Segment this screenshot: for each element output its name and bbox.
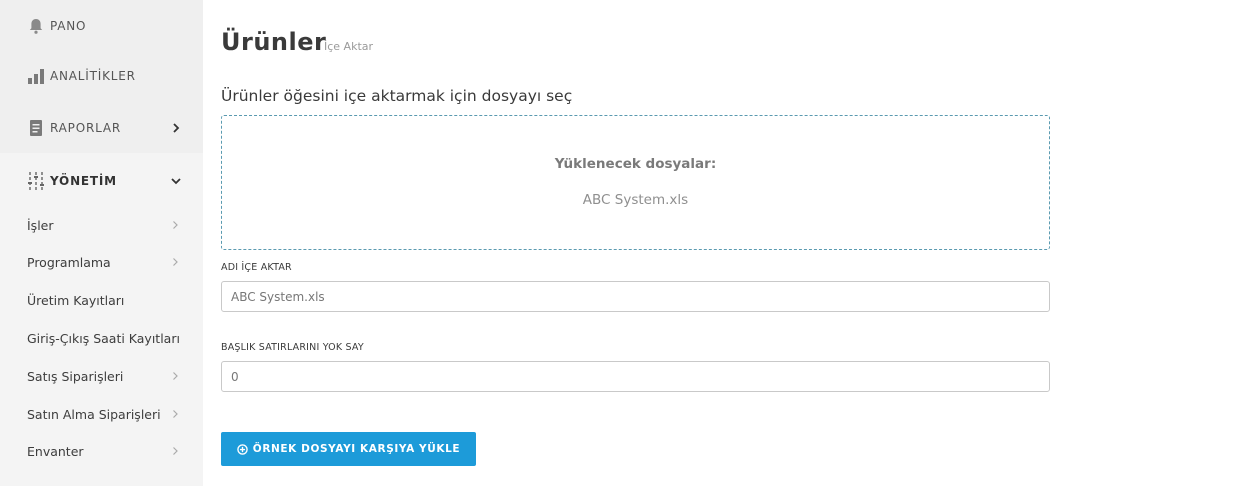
sidebar-item-label: İşler: [27, 217, 54, 233]
sidebar-item-label: Üretim Kayıtları: [27, 292, 125, 308]
nav-label: RAPORLAR: [50, 121, 121, 135]
sidebar-item-envanter[interactable]: Envanter: [0, 436, 203, 466]
sidebar-item-label: Satın Alma Siparişleri: [27, 406, 161, 422]
sidebar-item-satin-alma[interactable]: Satın Alma Siparişleri: [0, 399, 203, 429]
main-content: Ürünler İçe Aktar Ürünler öğesini içe ak…: [221, 0, 1221, 486]
upload-sample-file-button[interactable]: ÖRNEK DOSYAYI KARŞIYA YÜKLE: [221, 432, 476, 466]
nav-item-pano[interactable]: PANO: [0, 0, 203, 52]
skip-headers-input[interactable]: [221, 361, 1050, 392]
bar-chart-icon: [26, 66, 46, 86]
nav-label: YÖNETİM: [50, 174, 117, 188]
upload-button-label: ÖRNEK DOSYAYI KARŞIYA YÜKLE: [252, 443, 461, 455]
sidebar-item-label: Satış Siparişleri: [27, 368, 124, 384]
bell-icon: [26, 16, 46, 36]
dropzone-file-name: ABC System.xls: [582, 192, 689, 208]
dropzone-heading: Yüklenecek dosyalar:: [554, 156, 717, 172]
page-title: Ürünler: [221, 28, 327, 56]
chevron-right-icon: [173, 410, 178, 418]
sidebar-item-label: Envanter: [27, 443, 84, 459]
import-name-label: ADI İÇE AKTAR: [221, 262, 292, 273]
nav-item-analitikler[interactable]: ANALİTİKLER: [0, 50, 203, 102]
file-dropzone[interactable]: Yüklenecek dosyalar: ABC System.xls: [221, 115, 1050, 250]
sidebar-item-label: Giriş-Çıkış Saati Kayıtları: [27, 330, 180, 346]
sidebar-item-uretim-kayitlari[interactable]: Üretim Kayıtları: [0, 285, 203, 315]
chevron-right-icon: [173, 447, 178, 455]
chevron-right-icon: [173, 123, 180, 133]
chevron-down-icon: [171, 178, 181, 185]
chevron-right-icon: [173, 221, 178, 229]
chevron-right-icon: [173, 372, 178, 380]
import-name-input[interactable]: [221, 281, 1050, 312]
sliders-icon: [26, 171, 46, 191]
chevron-right-icon: [173, 258, 178, 266]
section-label: Ürünler öğesini içe aktarmak için dosyay…: [221, 87, 573, 105]
plus-circle-icon: [237, 443, 248, 455]
document-icon: [26, 118, 46, 138]
sidebar: PANO ANALİTİKLER RAPORLAR YÖNETİM İşler …: [0, 0, 203, 486]
sidebar-item-isler[interactable]: İşler: [0, 210, 203, 240]
sidebar-item-satis-siparisleri[interactable]: Satış Siparişleri: [0, 361, 203, 391]
sidebar-item-giris-cikis[interactable]: Giriş-Çıkış Saati Kayıtları: [0, 323, 203, 353]
skip-headers-label: BAŞLIK SATIRLARINI YOK SAY: [221, 342, 364, 353]
nav-item-yonetim[interactable]: YÖNETİM: [0, 155, 203, 207]
nav-label: PANO: [50, 19, 87, 33]
sidebar-item-label: Programlama: [27, 254, 111, 270]
sidebar-item-programlama[interactable]: Programlama: [0, 247, 203, 277]
nav-item-raporlar[interactable]: RAPORLAR: [0, 102, 203, 154]
page-subtitle: İçe Aktar: [324, 40, 374, 53]
nav-label: ANALİTİKLER: [50, 69, 136, 83]
